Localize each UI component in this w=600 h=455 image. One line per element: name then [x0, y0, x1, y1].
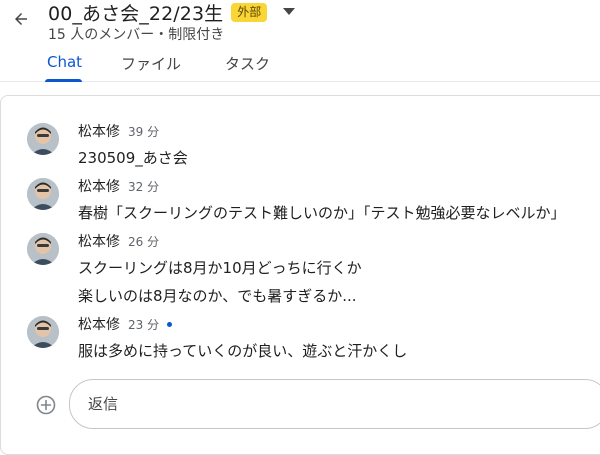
member-count: 15 人のメンバー・制限付き — [48, 27, 225, 43]
message-sender: 松本修 — [78, 234, 120, 250]
avatar[interactable] — [27, 316, 59, 348]
avatar[interactable] — [27, 233, 59, 265]
dropdown-caret-icon — [283, 8, 296, 15]
active-tab-indicator — [45, 79, 82, 82]
tab-bar: Chat ファイル タスク — [0, 50, 600, 82]
external-badge: 外部 — [231, 2, 268, 22]
unread-dot-icon — [167, 321, 173, 327]
message-sender: 松本修 — [78, 124, 120, 140]
back-button[interactable] — [8, 6, 34, 32]
message-time: 26 分 — [128, 234, 160, 249]
message-text: 楽しいのは8月なのか、でも暑すぎるか... — [78, 287, 357, 305]
tab-tasks[interactable]: タスク — [225, 53, 270, 74]
composer — [1, 379, 600, 429]
space-title: 00_あさ会_22/23生 — [48, 2, 224, 25]
message-sender: 松本修 — [78, 179, 120, 195]
tab-files[interactable]: ファイル — [121, 53, 181, 74]
avatar[interactable] — [27, 178, 59, 210]
message-sender: 松本修 — [78, 317, 120, 333]
message-text: 春樹「スクーリングのテスト難しいのか」「テスト勉強必要なレベルか」 — [78, 204, 566, 222]
reply-box — [69, 379, 600, 429]
chat-header: 00_あさ会_22/23生 外部 15 人のメンバー・制限付き Chat ファイ… — [0, 0, 600, 82]
add-button[interactable] — [36, 395, 56, 415]
message-text: 230509_あさ会 — [78, 149, 188, 167]
reply-input[interactable] — [88, 380, 588, 428]
message-time: 23 分 — [128, 317, 160, 332]
tab-chat[interactable]: Chat — [47, 53, 82, 71]
message-text: スクーリングは8月か10月どっちに行くか — [78, 259, 362, 277]
title-row: 00_あさ会_22/23生 外部 — [48, 0, 297, 25]
message-time: 32 分 — [128, 179, 160, 194]
space-menu-button[interactable] — [281, 4, 297, 20]
message-text: 服は多めに持っていくのが良い、遊ぶと汗かくし — [78, 342, 408, 360]
message-time: 39 分 — [128, 124, 160, 139]
arrow-back-icon — [15, 13, 27, 25]
avatar[interactable] — [27, 123, 59, 155]
chat-panel: 松本修 39 分 230509_あさ会 松本修 32 分 春樹「スクーリングのテ… — [0, 95, 600, 455]
add-circle-icon — [36, 395, 56, 415]
